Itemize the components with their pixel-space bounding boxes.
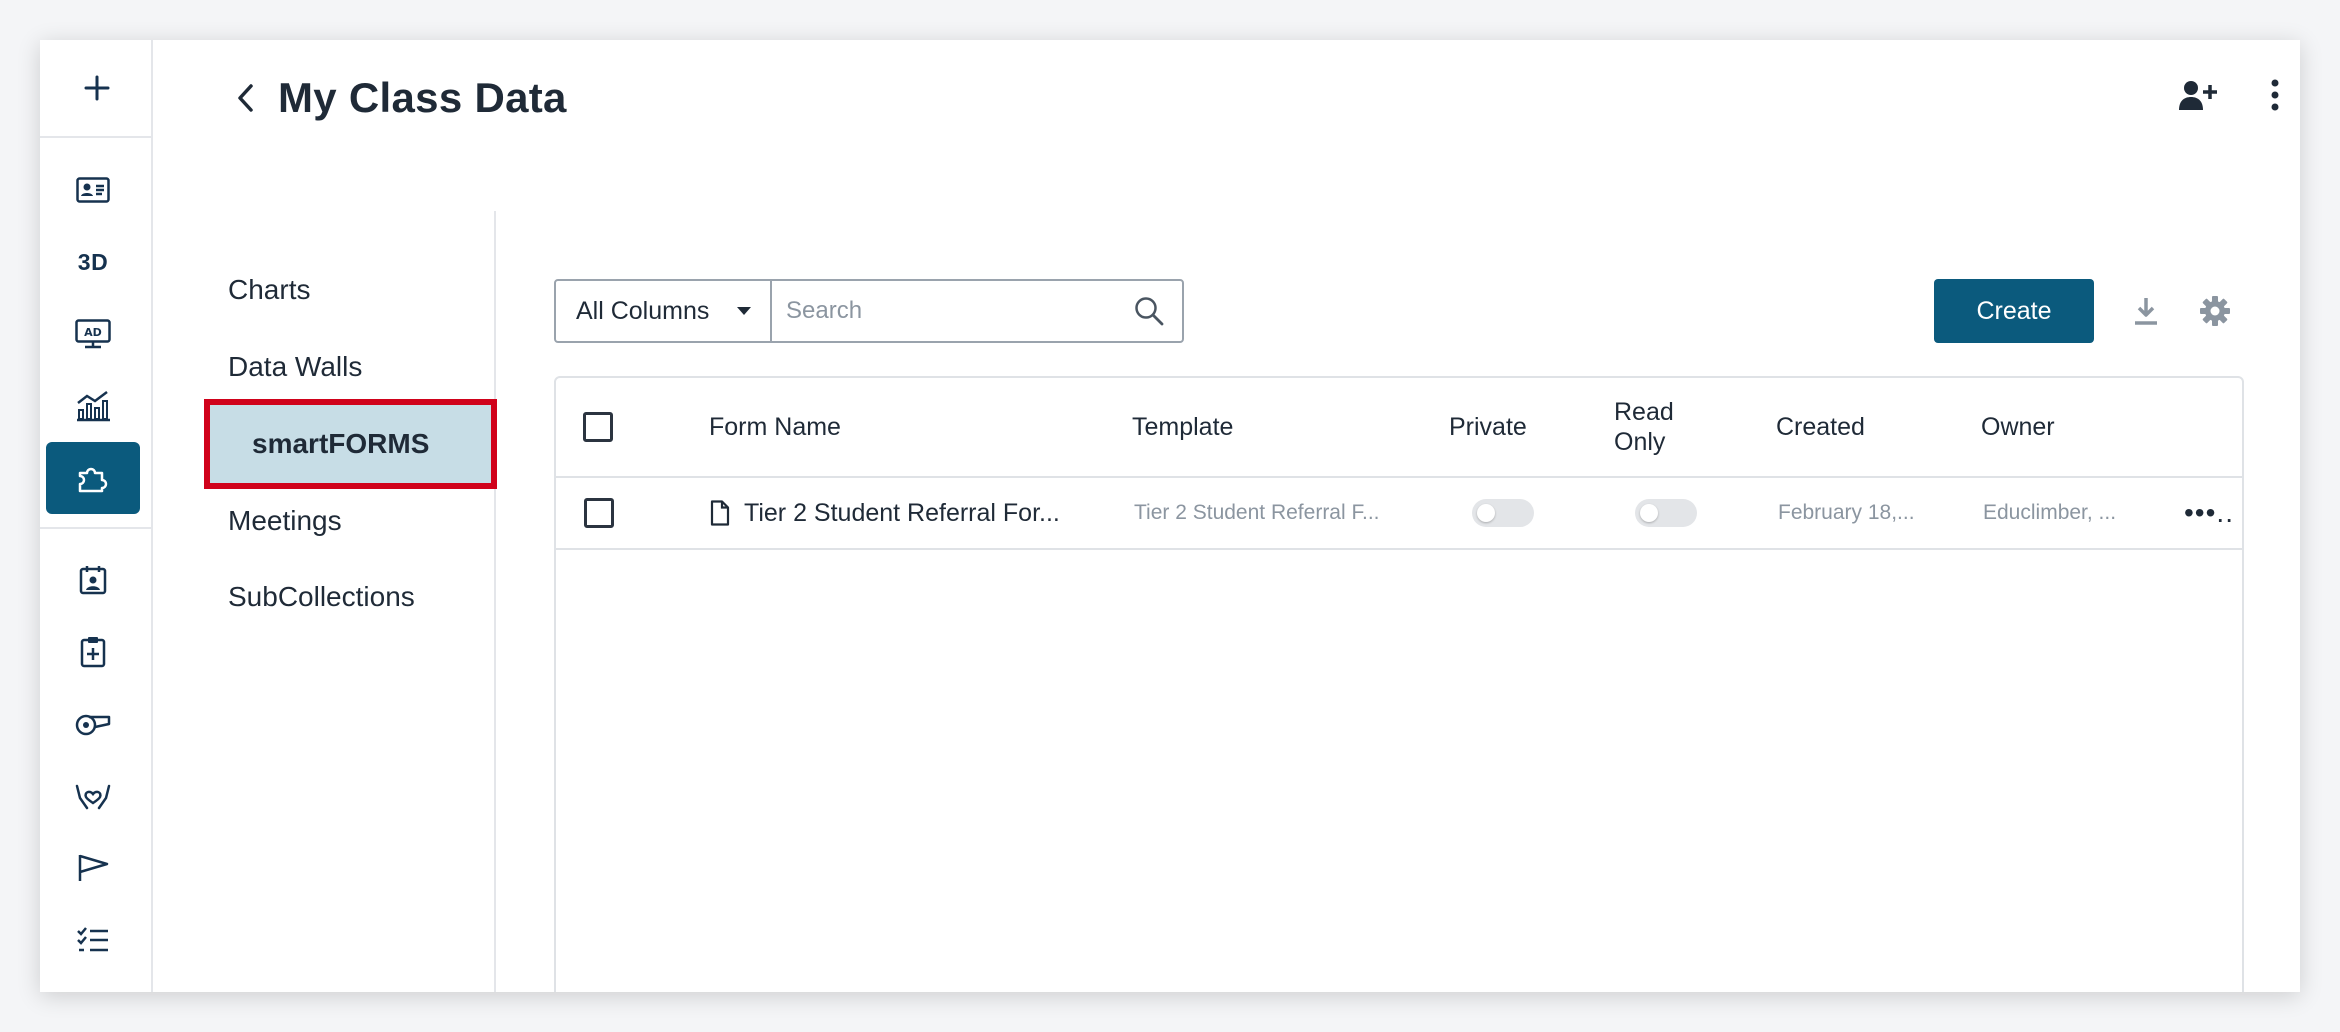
- rail-item-tasks[interactable]: [46, 904, 140, 976]
- header-checkbox-cell: [583, 378, 613, 476]
- user-plus-icon: [2179, 81, 2217, 110]
- rail-item-smartforms[interactable]: [46, 442, 140, 514]
- download-icon: [2135, 298, 2157, 325]
- secondary-nav: Charts Data Walls smartFORMS Meetings Su…: [153, 211, 497, 992]
- flag-icon: [78, 854, 109, 881]
- rail-item-profile[interactable]: [46, 154, 140, 226]
- column-header-created[interactable]: Created: [1776, 378, 1865, 476]
- column-header-owner[interactable]: Owner: [1981, 378, 2055, 476]
- form-name-cell[interactable]: Tier 2 Student Referral For...: [710, 478, 1060, 548]
- column-header-template[interactable]: Template: [1132, 378, 1233, 476]
- add-button[interactable]: [40, 40, 153, 138]
- select-all-checkbox[interactable]: [583, 412, 613, 442]
- rail-item-charts[interactable]: [46, 370, 140, 442]
- create-button[interactable]: Create: [1934, 279, 2094, 343]
- calendar-person-icon: [79, 566, 107, 595]
- search-box: [772, 281, 1182, 341]
- read-only-toggle[interactable]: [1635, 499, 1697, 527]
- checklist-icon: [77, 927, 108, 952]
- column-filter-select[interactable]: All Columns: [556, 281, 772, 341]
- add-user-button[interactable]: [2173, 70, 2223, 120]
- svg-text:AD: AD: [84, 326, 102, 339]
- row-checkbox[interactable]: [584, 498, 614, 528]
- column-filter-value: All Columns: [576, 296, 710, 325]
- puzzle-icon: [78, 467, 108, 493]
- owner-cell: Educlimber, ...: [1983, 501, 2117, 524]
- settings-button[interactable]: [2192, 288, 2238, 334]
- left-rail: 3D AD: [40, 40, 153, 992]
- rail-item-wellness[interactable]: [46, 760, 140, 832]
- back-button[interactable]: [230, 78, 260, 118]
- more-vertical-icon: [2271, 79, 2279, 111]
- rail-item-ad[interactable]: AD: [46, 298, 140, 370]
- rail-divider: [40, 527, 153, 529]
- id-card-icon: [76, 177, 110, 203]
- rail-item-3d[interactable]: 3D: [46, 226, 140, 298]
- read-only-cell: [1635, 478, 1697, 548]
- page-title: My Class Data: [278, 74, 567, 121]
- subnav-item-meetings[interactable]: Meetings: [228, 490, 342, 552]
- hands-heart-icon: [75, 784, 111, 810]
- form-name-text: Tier 2 Student Referral For...: [744, 498, 1060, 527]
- chart-icon: [77, 391, 110, 422]
- subnav-item-charts[interactable]: Charts: [228, 259, 310, 321]
- subnav-item-smartforms[interactable]: smartFORMS: [204, 399, 497, 489]
- private-toggle[interactable]: [1472, 499, 1534, 527]
- page-header: My Class Data: [230, 68, 567, 128]
- download-button[interactable]: [2123, 288, 2169, 334]
- subnav-item-data-walls[interactable]: Data Walls: [228, 336, 362, 398]
- subnav-item-subcollections[interactable]: SubCollections: [228, 566, 415, 628]
- rail-item-meetings[interactable]: [46, 544, 140, 616]
- search-icon[interactable]: [1134, 296, 1164, 326]
- column-header-read-only[interactable]: Read Only: [1614, 378, 1684, 476]
- gear-icon: [2200, 296, 2230, 326]
- search-filter: All Columns: [554, 279, 1184, 343]
- row-checkbox-cell: [584, 478, 614, 548]
- private-cell: [1472, 478, 1534, 548]
- rail-item-behavior[interactable]: [46, 688, 140, 760]
- ad-monitor-icon: AD: [75, 319, 111, 349]
- column-header-private[interactable]: Private: [1449, 378, 1527, 476]
- row-more-button[interactable]: •••..: [2184, 478, 2234, 548]
- table-row[interactable]: Tier 2 Student Referral For... Tier 2 St…: [556, 478, 2242, 550]
- chevron-left-icon: [238, 84, 253, 112]
- more-options-button[interactable]: [2250, 70, 2300, 120]
- app-window: 3D AD My Class Data Charts Data Walls sm…: [40, 40, 2300, 992]
- whistle-icon: [75, 714, 111, 736]
- 3d-icon: 3D: [77, 248, 109, 275]
- column-header-form-name[interactable]: Form Name: [709, 378, 841, 476]
- table-header: Form Name Template Private Read Only Cre…: [556, 378, 2242, 478]
- created-cell: February 18,...: [1778, 501, 1915, 524]
- rail-item-goals[interactable]: [46, 832, 140, 904]
- document-icon: [710, 500, 730, 526]
- caret-down-icon: [737, 307, 751, 315]
- clipboard-plus-icon: [80, 637, 106, 668]
- template-cell: Tier 2 Student Referral F...: [1134, 501, 1380, 524]
- add-icon: [84, 75, 109, 101]
- rail-item-assessments[interactable]: [46, 616, 140, 688]
- search-input[interactable]: [786, 297, 1124, 325]
- forms-table: Form Name Template Private Read Only Cre…: [554, 376, 2244, 992]
